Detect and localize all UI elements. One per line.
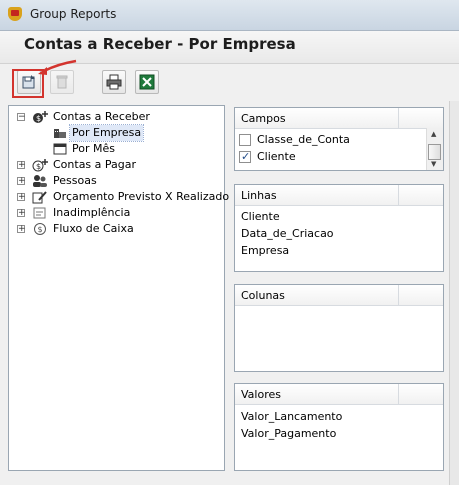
tree-item-contas-a-receber[interactable]: − $ Contas a Receber [9,109,224,125]
campos-header: Campos [235,108,443,129]
print-button[interactable] [102,70,126,94]
tree-item-label: Contas a Receber [53,110,150,123]
expand-toggle[interactable]: + [17,177,26,186]
header-divider [398,108,399,128]
colunas-title: Colunas [241,289,285,302]
expand-toggle[interactable]: + [17,161,26,170]
tree-item-contas-a-pagar[interactable]: + $ Contas a Pagar [9,157,224,173]
svg-text:$: $ [36,162,41,171]
linha-item[interactable]: Data_de_Criacao [241,227,334,240]
campo-item-classe-de-conta[interactable]: Classe_de_Conta [235,133,425,149]
campo-label: Classe_de_Conta [257,133,350,146]
header-divider [398,384,399,404]
campo-item-cliente[interactable]: Cliente [235,150,425,166]
company-icon [54,129,66,138]
checkbox-checked[interactable] [239,150,251,163]
svg-text:$: $ [38,225,43,234]
expand-toggle[interactable]: + [17,209,26,218]
overdue-icon [33,207,46,219]
tree-item-fluxo-de-caixa[interactable]: + $ Fluxo de Caixa [9,221,224,237]
valor-item[interactable]: Valor_Pagamento [241,427,336,440]
colunas-header: Colunas [235,285,443,306]
campos-panel: Campos Classe_de_Conta Cliente ▲ ▼ [234,107,444,171]
tree-item-label: Pessoas [53,174,97,187]
campos-scrollbar[interactable]: ▲ ▼ [426,128,443,170]
tree-item-pessoas[interactable]: + Pessoas [9,173,224,189]
tree-item-label: Por Mês [72,142,115,155]
scroll-up-icon[interactable]: ▲ [431,130,436,138]
tree-item-label: Contas a Pagar [53,158,137,171]
tree-item-label: Orçamento Previsto X Realizado [53,190,230,203]
tree-item-inadimplencia[interactable]: + Inadimplência [9,205,224,221]
window-title: Group Reports [30,7,117,21]
valores-panel[interactable]: Valores Valor_Lancamento Valor_Pagamento [234,383,444,471]
excel-export-button[interactable] [135,70,159,94]
tree-item-orcamento[interactable]: + Orçamento Previsto X Realizado [9,189,229,205]
colunas-panel[interactable]: Colunas [234,284,444,372]
campos-title: Campos [241,112,286,125]
svg-text:$: $ [36,114,41,123]
report-tree: − $ Contas a Receber Por Empresa Por Mês… [8,105,229,471]
campo-label: Cliente [257,150,296,163]
scroll-down-icon[interactable]: ▼ [431,160,436,168]
linhas-header: Linhas [235,185,443,206]
cashflow-icon: $ [34,223,46,235]
tree-item-por-mes[interactable]: Por Mês [9,141,224,157]
header-divider [398,285,399,305]
tree-item-por-empresa[interactable]: Por Empresa [9,124,224,142]
scroll-thumb[interactable] [428,144,441,160]
valores-header: Valores [235,384,443,405]
tree-item-label: Inadimplência [53,206,131,219]
checkbox[interactable] [239,134,251,146]
app-shield-icon [8,7,22,21]
group-reports-window: Group Reports Contas a Receber - Por Emp… [0,0,459,485]
linha-item[interactable]: Empresa [241,244,289,257]
linhas-panel[interactable]: Linhas Cliente Data_de_Criacao Empresa [234,184,444,272]
title-bar: Group Reports [0,0,459,31]
budget-icon [32,191,47,204]
receivable-icon: $ [33,111,48,123]
tree-item-label: Fluxo de Caixa [53,222,134,235]
printer-icon [106,74,122,90]
calendar-icon [53,143,67,155]
background-window-edge [449,101,459,485]
payable-icon: $ [32,159,48,172]
linha-item[interactable]: Cliente [241,210,280,223]
valor-item[interactable]: Valor_Lancamento [241,410,342,423]
tree-item-label: Por Empresa [68,124,145,142]
expand-toggle[interactable]: + [17,225,26,234]
collapse-toggle[interactable]: − [17,113,26,122]
valores-title: Valores [241,388,281,401]
page-title: Contas a Receber - Por Empresa [24,35,296,53]
linhas-title: Linhas [241,189,277,202]
red-arrow-annotation [38,59,77,75]
header-divider [398,185,399,205]
excel-icon [139,74,155,90]
people-icon [33,175,47,187]
expand-toggle[interactable]: + [17,193,26,202]
